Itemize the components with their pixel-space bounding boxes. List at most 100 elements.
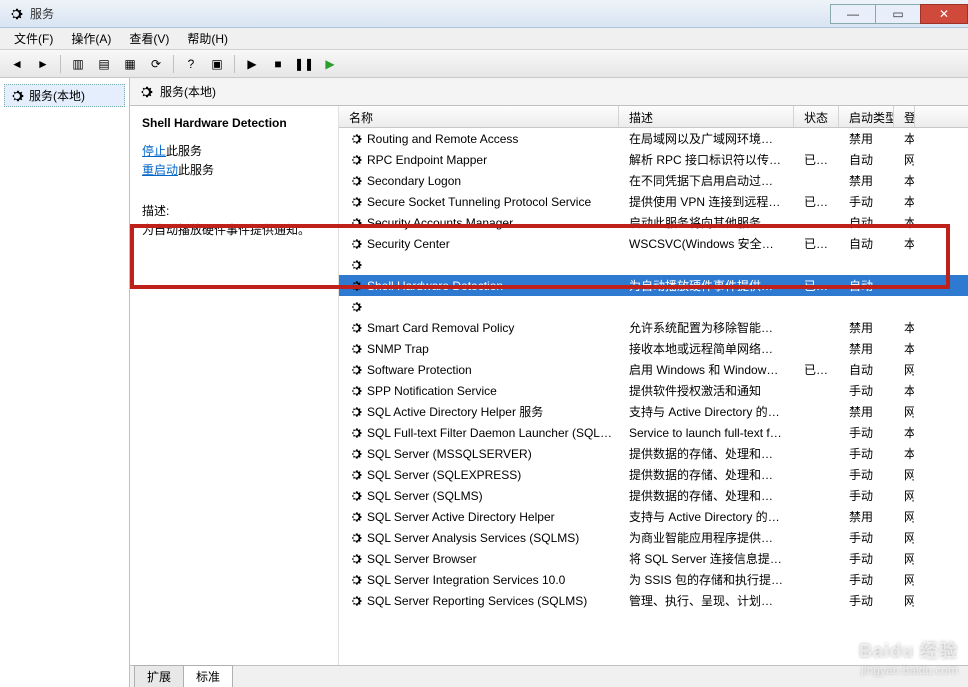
gear-icon <box>349 300 363 314</box>
menu-file[interactable]: 文件(F) <box>6 28 61 49</box>
col-startup[interactable]: 启动类型 <box>839 106 894 127</box>
service-logon: 本 <box>894 235 914 252</box>
start-service-button[interactable]: ▶ <box>241 53 263 75</box>
service-desc: WSCSVC(Windows 安全中心… <box>619 235 794 252</box>
refresh-button[interactable]: ⟳ <box>145 53 167 75</box>
forward-button[interactable]: ► <box>32 53 54 75</box>
service-logon: 本 <box>894 424 914 441</box>
minimize-button[interactable]: — <box>830 4 876 24</box>
tree-root-services[interactable]: 服务(本地) <box>4 84 125 107</box>
service-row[interactable]: RPC Endpoint Mapper解析 RPC 接口标识符以传输…已启动自动… <box>339 149 968 170</box>
description-value: 为自动播放硬件事件提供通知。 <box>142 221 326 238</box>
service-row[interactable]: Smart Card Removal Policy允许系统配置为移除智能卡时…禁… <box>339 317 968 338</box>
service-logon: 网 <box>894 592 914 609</box>
col-status[interactable]: 状态 <box>794 106 839 127</box>
service-row[interactable]: SQL Full-text Filter Daemon Launcher (SQ… <box>339 422 968 443</box>
service-startup: 自动 <box>839 277 894 294</box>
service-row[interactable] <box>339 296 968 317</box>
service-name: RPC Endpoint Mapper <box>367 153 487 167</box>
service-row[interactable]: Software Protection启用 Windows 和 Windows … <box>339 359 968 380</box>
service-desc: 解析 RPC 接口标识符以传输… <box>619 151 794 168</box>
content-header-title: 服务(本地) <box>160 83 216 100</box>
show-hide-tree-button[interactable]: ▥ <box>67 53 89 75</box>
service-row[interactable]: SNMP Trap接收本地或远程简单网络管理…禁用本 <box>339 338 968 359</box>
service-row[interactable]: SQL Server (SQLMS)提供数据的存储、处理和受控…手动网 <box>339 485 968 506</box>
service-startup: 自动 <box>839 214 894 231</box>
service-startup: 禁用 <box>839 130 894 147</box>
col-name[interactable]: 名称 <box>339 106 619 127</box>
service-row[interactable]: Secure Socket Tunneling Protocol Service… <box>339 191 968 212</box>
service-startup: 禁用 <box>839 319 894 336</box>
service-row[interactable]: SQL Server Analysis Services (SQLMS)为商业智… <box>339 527 968 548</box>
pause-service-button[interactable]: ❚❚ <box>293 53 315 75</box>
restart-service-button[interactable]: ▶ <box>319 53 341 75</box>
gear-icon <box>349 510 363 524</box>
gear-icon <box>349 384 363 398</box>
app-icon <box>8 6 24 22</box>
gear-icon <box>349 594 363 608</box>
service-desc: 支持与 Active Directory 的集… <box>619 508 794 525</box>
maximize-button[interactable]: ▭ <box>875 4 921 24</box>
service-row[interactable]: SQL Server Reporting Services (SQLMS)管理、… <box>339 590 968 611</box>
tree-pane: 服务(本地) <box>0 78 130 687</box>
service-row[interactable]: SQL Server Integration Services 10.0为 SS… <box>339 569 968 590</box>
stop-link[interactable]: 停止 <box>142 144 166 158</box>
export-button[interactable]: ▦ <box>119 53 141 75</box>
tab-standard[interactable]: 标准 <box>183 665 233 687</box>
gear-icon <box>349 258 363 272</box>
service-startup: 手动 <box>839 445 894 462</box>
service-logon: 本 <box>894 130 914 147</box>
service-logon: 网 <box>894 529 914 546</box>
service-row[interactable]: SQL Server Browser将 SQL Server 连接信息提供…手动… <box>339 548 968 569</box>
description-label: 描述: <box>142 202 326 219</box>
close-button[interactable]: ✕ <box>920 4 968 24</box>
action-button[interactable]: ▣ <box>206 53 228 75</box>
service-desc: 在不同凭据下启用启动过程。… <box>619 172 794 189</box>
gear-icon <box>138 84 154 100</box>
gear-icon <box>349 363 363 377</box>
service-row[interactable]: SQL Server Active Directory Helper支持与 Ac… <box>339 506 968 527</box>
service-row[interactable]: SPP Notification Service提供软件授权激活和通知手动本 <box>339 380 968 401</box>
menu-action[interactable]: 操作(A) <box>63 28 119 49</box>
service-name: SQL Server Browser <box>367 552 477 566</box>
stop-service-button[interactable]: ■ <box>267 53 289 75</box>
service-desc: 接收本地或远程简单网络管理… <box>619 340 794 357</box>
service-row[interactable]: Security CenterWSCSVC(Windows 安全中心…已启动自动… <box>339 233 968 254</box>
service-startup: 自动 <box>839 235 894 252</box>
service-logon: 本 <box>894 382 914 399</box>
service-startup: 自动 <box>839 361 894 378</box>
col-logon[interactable]: 登 <box>894 106 915 127</box>
service-row[interactable]: Secondary Logon在不同凭据下启用启动过程。…禁用本 <box>339 170 968 191</box>
service-startup: 手动 <box>839 424 894 441</box>
gear-icon <box>349 237 363 251</box>
service-row[interactable]: SQL Server (MSSQLSERVER)提供数据的存储、处理和受控…手动… <box>339 443 968 464</box>
gear-icon <box>349 132 363 146</box>
service-logon: 本 <box>894 445 914 462</box>
service-startup: 手动 <box>839 382 894 399</box>
service-startup: 手动 <box>839 550 894 567</box>
service-logon: 网 <box>894 151 914 168</box>
service-row[interactable]: Shell Hardware Detection为自动播放硬件事件提供通知。已启… <box>339 275 968 296</box>
service-row[interactable]: SQL Active Directory Helper 服务支持与 Active… <box>339 401 968 422</box>
service-logon: 本 <box>894 319 914 336</box>
col-description[interactable]: 描述 <box>619 106 794 127</box>
service-desc: 提供使用 VPN 连接到远程计… <box>619 193 794 210</box>
properties-button[interactable]: ▤ <box>93 53 115 75</box>
restart-link[interactable]: 重启动 <box>142 163 178 177</box>
window-title: 服务 <box>30 5 54 22</box>
menu-view[interactable]: 查看(V) <box>121 28 177 49</box>
service-startup: 禁用 <box>839 340 894 357</box>
tab-extended[interactable]: 扩展 <box>134 665 184 687</box>
service-row[interactable]: Routing and Remote Access在局域网以及广域网环境中为…禁… <box>339 128 968 149</box>
service-row[interactable] <box>339 254 968 275</box>
back-button[interactable]: ◄ <box>6 53 28 75</box>
service-name: Routing and Remote Access <box>367 132 518 146</box>
service-logon: 网 <box>894 571 914 588</box>
service-name: Security Center <box>367 237 450 251</box>
service-row[interactable]: SQL Server (SQLEXPRESS)提供数据的存储、处理和受控…手动网 <box>339 464 968 485</box>
help-button[interactable]: ? <box>180 53 202 75</box>
service-row[interactable]: Security Accounts Manager启动此服务将向其他服务发出…自… <box>339 212 968 233</box>
service-logon: 网 <box>894 466 914 483</box>
service-list[interactable]: Routing and Remote Access在局域网以及广域网环境中为…禁… <box>339 128 968 665</box>
menu-help[interactable]: 帮助(H) <box>179 28 236 49</box>
